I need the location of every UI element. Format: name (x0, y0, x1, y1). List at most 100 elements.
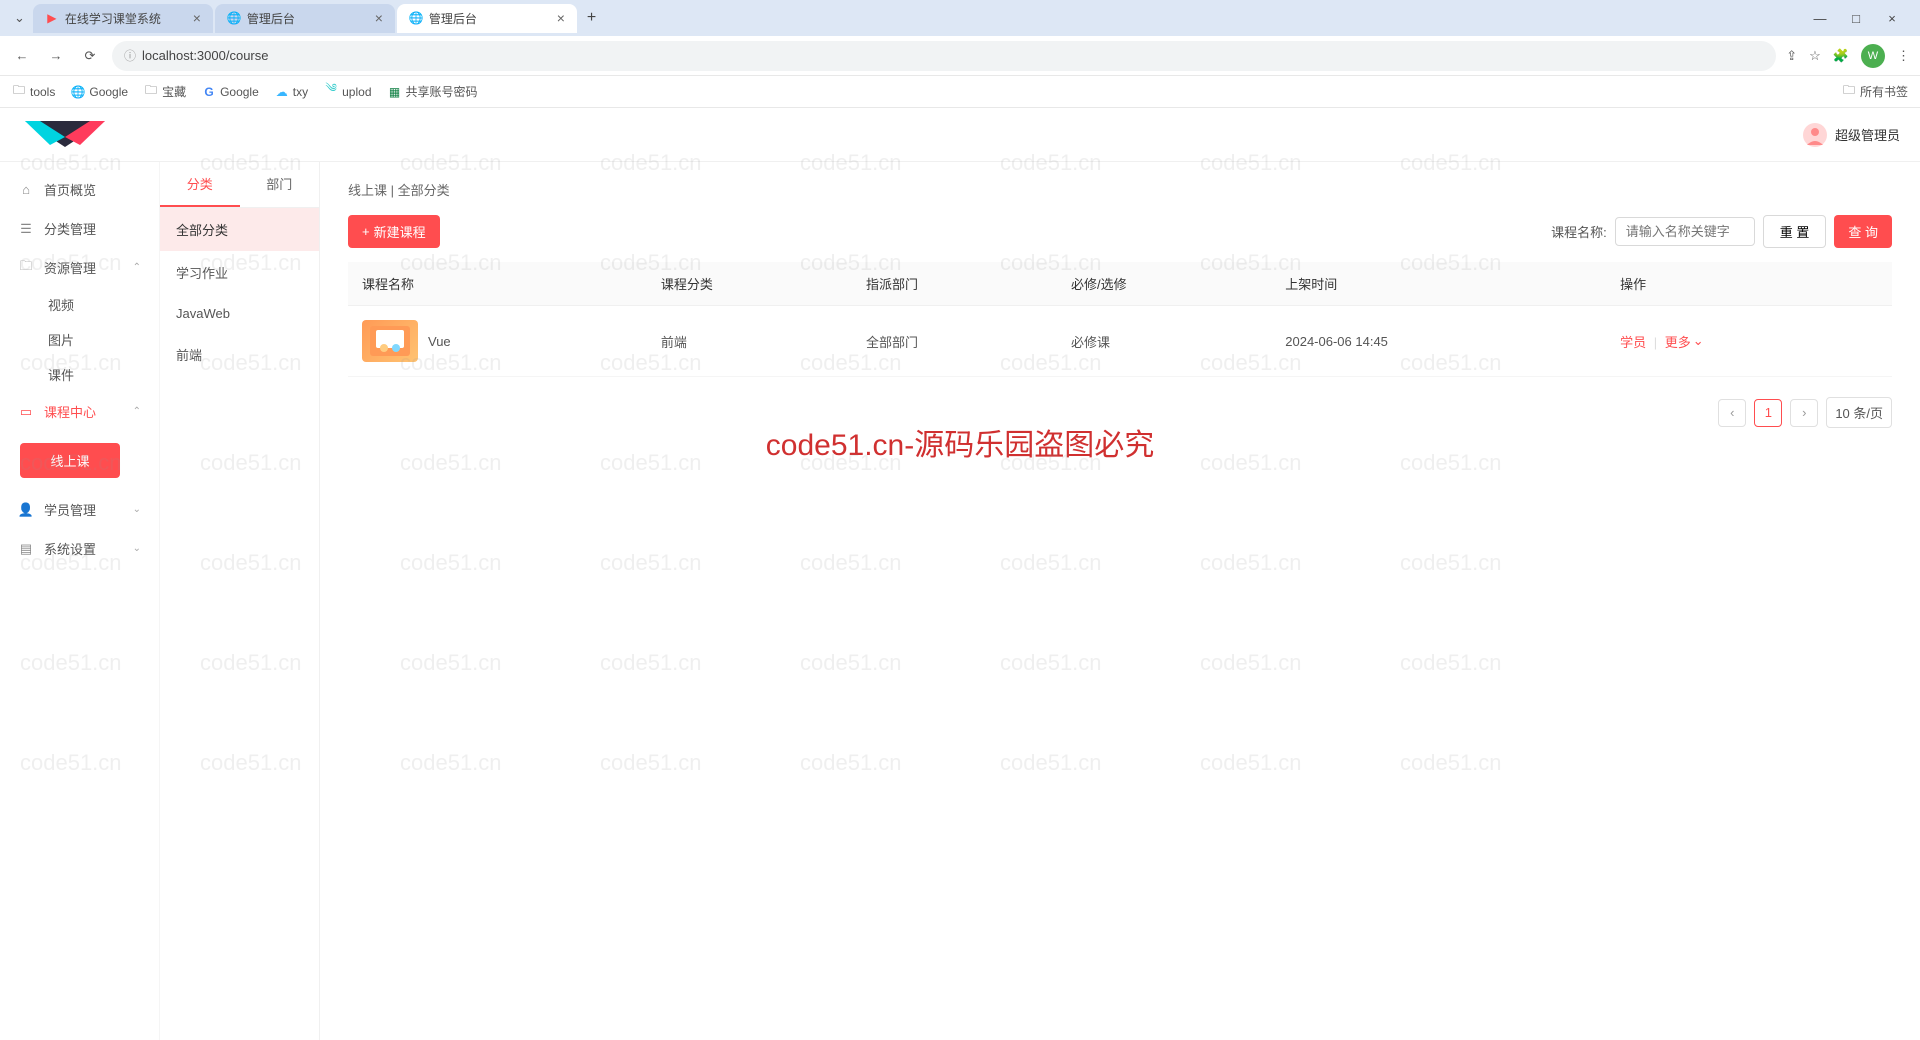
category-panel: 分类 部门 全部分类 学习作业 JavaWeb 前端 (160, 162, 320, 1040)
user-area[interactable]: 超级管理员 (1803, 123, 1900, 147)
sidebar-item-course-center[interactable]: ▭ 课程中心 ⌃ (0, 392, 159, 431)
home-icon: ⌂ (18, 182, 34, 198)
folder-icon: 🗀 (18, 260, 34, 276)
tab-dropdown-icon[interactable]: ⌄ (8, 6, 31, 30)
close-icon[interactable]: × (557, 10, 565, 26)
bookmark-treasure[interactable]: 🗀宝藏 (144, 83, 186, 100)
sidebar-item-label: 课程中心 (44, 402, 96, 421)
url-bar[interactable]: ⓘ localhost:3000/course (112, 41, 1776, 71)
new-course-button[interactable]: + 新建课程 (348, 215, 440, 248)
swirl-icon: ༄ (324, 85, 338, 99)
bookmark-google2[interactable]: GGoogle (202, 85, 259, 99)
globe-icon: 🌐 (227, 11, 241, 25)
plus-icon: + (362, 224, 370, 239)
reset-button[interactable]: 重 置 (1763, 215, 1827, 248)
cloud-icon: ☁ (275, 85, 289, 99)
window-controls: — □ × (1812, 11, 1912, 26)
col-name: 课程名称 (348, 262, 647, 306)
category-homework[interactable]: 学习作业 (160, 251, 319, 294)
google-icon: G (202, 85, 216, 99)
close-icon[interactable]: × (375, 10, 383, 26)
search-label: 课程名称: (1551, 222, 1607, 241)
layers-icon: ☰ (18, 221, 34, 237)
settings-icon: ▤ (18, 541, 34, 557)
chevron-down-icon: ⌄ (1693, 333, 1704, 349)
folder-icon: 🗀 (144, 85, 158, 99)
sidebar-sub-resource: 视频 图片 课件 (0, 287, 159, 392)
category-all[interactable]: 全部分类 (160, 208, 319, 251)
tab-category[interactable]: 分类 (160, 162, 240, 207)
course-name-input[interactable] (1615, 217, 1755, 246)
col-dept: 指派部门 (852, 262, 1057, 306)
sidebar: ⌂ 首页概览 ☰ 分类管理 🗀 资源管理 ⌃ 视频 图片 课件 ▭ 课程中心 ⌃ (0, 162, 160, 1040)
col-required: 必修/选修 (1057, 262, 1271, 306)
course-cell: Vue (362, 320, 633, 362)
app-logo[interactable] (20, 117, 110, 153)
sidebar-item-label: 资源管理 (44, 258, 96, 277)
info-icon[interactable]: ⓘ (124, 47, 136, 64)
folder-icon: 🗀 (1842, 85, 1856, 99)
sidebar-sub-video[interactable]: 视频 (48, 287, 159, 322)
col-actions: 操作 (1606, 262, 1892, 306)
breadcrumb: 线上课 | 全部分类 (348, 180, 1892, 199)
browser-chrome: ⌄ ▶ 在线学习课堂系统 × 🌐 管理后台 × 🌐 管理后台 × + — □ ×… (0, 0, 1920, 108)
sidebar-item-label: 学员管理 (44, 500, 96, 519)
tab-title: 管理后台 (247, 10, 295, 27)
tab-title: 在线学习课堂系统 (65, 10, 161, 27)
bookmark-shared[interactable]: ▦共享账号密码 (388, 83, 478, 100)
category-frontend[interactable]: 前端 (160, 333, 319, 376)
category-javaweb[interactable]: JavaWeb (160, 294, 319, 333)
app-body: ⌂ 首页概览 ☰ 分类管理 🗀 资源管理 ⌃ 视频 图片 课件 ▭ 课程中心 ⌃ (0, 162, 1920, 1040)
bookmark-tools[interactable]: 🗀tools (12, 85, 55, 99)
sidebar-item-category[interactable]: ☰ 分类管理 (0, 209, 159, 248)
nav-bar: ← → ⟳ ⓘ localhost:3000/course ⇪ ☆ 🧩 W ⋮ (0, 36, 1920, 76)
next-page-button[interactable]: › (1790, 399, 1818, 427)
query-button[interactable]: 查 询 (1834, 215, 1892, 248)
bookmark-txy[interactable]: ☁txy (275, 85, 308, 99)
close-icon[interactable]: × (193, 10, 201, 26)
sidebar-online-course-button[interactable]: 线上课 (20, 443, 120, 478)
extensions-icon[interactable]: 🧩 (1833, 48, 1849, 64)
minimize-button[interactable]: — (1812, 11, 1828, 26)
student-link[interactable]: 学员 (1620, 335, 1646, 350)
maximize-button[interactable]: □ (1848, 11, 1864, 26)
bookmark-google1[interactable]: 🌐Google (71, 85, 128, 99)
all-bookmarks[interactable]: 🗀所有书签 (1842, 83, 1908, 100)
page-1-button[interactable]: 1 (1754, 399, 1782, 427)
sidebar-item-dashboard[interactable]: ⌂ 首页概览 (0, 170, 159, 209)
app-header: 超级管理员 (0, 108, 1920, 162)
close-window-button[interactable]: × (1884, 11, 1900, 26)
sidebar-item-label: 系统设置 (44, 539, 96, 558)
sidebar-sub-image[interactable]: 图片 (48, 322, 159, 357)
sidebar-item-student[interactable]: 👤 学员管理 ⌄ (0, 490, 159, 529)
sidebar-sub-courseware[interactable]: 课件 (48, 357, 159, 392)
browser-tab-0[interactable]: ▶ 在线学习课堂系统 × (33, 4, 213, 33)
menu-icon[interactable]: ⋮ (1897, 48, 1910, 64)
sidebar-item-settings[interactable]: ▤ 系统设置 ⌄ (0, 529, 159, 568)
app: 超级管理员 ⌂ 首页概览 ☰ 分类管理 🗀 资源管理 ⌃ 视频 图片 课件 (0, 108, 1920, 1040)
browser-tab-1[interactable]: 🌐 管理后台 × (215, 4, 395, 33)
page-size-select[interactable]: 10 条/页 (1826, 397, 1892, 428)
new-tab-button[interactable]: + (579, 5, 604, 31)
reload-button[interactable]: ⟳ (78, 44, 102, 68)
prev-page-button[interactable]: ‹ (1718, 399, 1746, 427)
course-thumbnail (362, 320, 418, 362)
tab-department[interactable]: 部门 (240, 162, 320, 207)
bookmark-uplod[interactable]: ༄uplod (324, 85, 371, 99)
cell-required: 必修课 (1057, 306, 1271, 377)
more-dropdown[interactable]: 更多 ⌄ (1665, 332, 1704, 351)
cell-actions: 学员 | 更多 ⌄ (1606, 306, 1892, 377)
back-button[interactable]: ← (10, 44, 34, 68)
browser-tab-2[interactable]: 🌐 管理后台 × (397, 4, 577, 33)
pagination: ‹ 1 › 10 条/页 (348, 397, 1892, 428)
forward-button[interactable]: → (44, 44, 68, 68)
sidebar-item-resource[interactable]: 🗀 资源管理 ⌃ (0, 248, 159, 287)
chevron-up-icon: ⌃ (133, 406, 141, 417)
user-label: 超级管理员 (1835, 125, 1900, 144)
sidebar-item-label: 首页概览 (44, 180, 96, 199)
toolbar: + 新建课程 课程名称: 重 置 查 询 (348, 215, 1892, 248)
col-time: 上架时间 (1271, 262, 1606, 306)
share-icon[interactable]: ⇪ (1786, 48, 1797, 64)
star-icon[interactable]: ☆ (1809, 48, 1821, 64)
profile-avatar[interactable]: W (1861, 44, 1885, 68)
